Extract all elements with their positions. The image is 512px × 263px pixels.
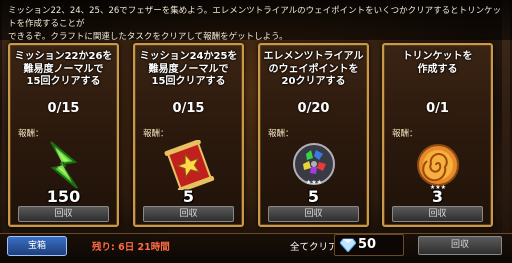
time-remaining: 残り: 6日 21時間 — [92, 242, 170, 253]
reward-icon-wrap — [135, 137, 242, 193]
mission-progress: 0/1 — [426, 101, 449, 116]
reward-count: 5 — [307, 187, 320, 206]
mission-progress: 0/15 — [172, 101, 205, 116]
svg-text:★★★: ★★★ — [305, 179, 321, 186]
mission-card-1: ミッション22か26を 難易度ノーマルで 15回クリアする 0/15 報酬： 1… — [8, 43, 119, 227]
reward-count: 3 — [431, 187, 444, 206]
mission-card-4: トリンケットを 作成する 0/1 報酬： ★★★ 3 回収 — [382, 43, 493, 227]
mission-card-title: ミッション24か25を 難易度ノーマルで 15回クリアする — [135, 51, 242, 89]
collect-button[interactable]: 回収 — [143, 206, 234, 222]
title-line: トリンケットを — [402, 51, 473, 62]
title-line: 作成する — [417, 63, 458, 75]
reward-count: 5 — [182, 187, 195, 206]
mission-card-3: エレメンツトライアル のウェイポイントを 20クリアする 0/20 報酬： ★★… — [258, 43, 369, 227]
treasure-chest-button[interactable]: 宝箱 — [7, 236, 67, 256]
mission-card-title: ミッション22か26を 難易度ノーマルで 15回クリアする — [10, 51, 117, 89]
banner-line-1: ミッション22、24、25、26でフェザーを集めよう。エレメンツトライアルのウェ… — [8, 6, 502, 29]
element-gem-orb-icon: ★★★ — [292, 143, 335, 186]
title-line: 15回クリアする — [151, 76, 226, 87]
reward-icon-wrap — [10, 137, 117, 193]
title-line: のウェイポイントを — [268, 63, 359, 75]
event-description-banner: ミッション22、24、25、26でフェザーを集めよう。エレメンツトライアルのウェ… — [0, 0, 512, 42]
reward-icon-wrap: ★★★ — [260, 137, 367, 193]
collect-button[interactable]: 回収 — [18, 206, 109, 222]
title-line: 20クリアする — [281, 76, 346, 87]
mission-progress: 0/15 — [47, 101, 80, 116]
title-line: 難易度ノーマルで — [148, 63, 229, 75]
title-line: 15回クリアする — [26, 76, 101, 87]
diamond-icon — [340, 238, 356, 252]
title-line: エレメンツトライアル — [263, 51, 364, 62]
collect-button[interactable]: 回収 — [392, 206, 483, 222]
mission-card-title: エレメンツトライアル のウェイポイントを 20クリアする — [260, 51, 367, 89]
reward-icon-wrap: ★★★ — [384, 137, 491, 193]
all-clear-reward-count: 50 — [358, 237, 377, 252]
green-feather-icon — [49, 141, 78, 189]
title-line: ミッション24か25を — [139, 51, 238, 62]
mission-card-2: ミッション24か25を 難易度ノーマルで 15回クリアする 0/15 報酬： 5… — [133, 43, 244, 227]
mission-progress: 0/20 — [297, 101, 330, 116]
title-line: 難易度ノーマルで — [23, 63, 104, 75]
swirl-trinket-icon: ★★★ — [416, 144, 459, 190]
all-clear-collect-button[interactable]: 回収 — [418, 236, 502, 255]
collect-button[interactable]: 回収 — [268, 206, 359, 222]
mission-card-title: トリンケットを 作成する — [384, 51, 491, 76]
red-star-scroll-icon — [164, 140, 214, 190]
title-line: ミッション22か26を — [14, 51, 113, 62]
reward-count: 150 — [46, 187, 81, 206]
